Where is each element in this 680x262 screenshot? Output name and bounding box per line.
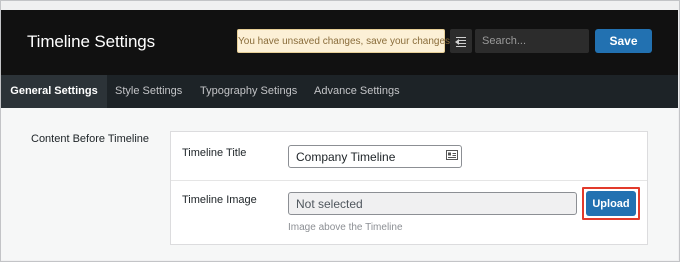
settings-tabs: General Settings Style Settings Typograp… bbox=[1, 75, 678, 108]
section-label: Content Before Timeline bbox=[31, 133, 150, 145]
panel-divider bbox=[171, 180, 647, 181]
timeline-image-help: Image above the Timeline bbox=[288, 222, 403, 233]
unsaved-changes-notice: You have unsaved changes, save your chan… bbox=[237, 29, 453, 53]
timeline-image-input[interactable] bbox=[288, 192, 577, 215]
tab-advance-settings[interactable]: Advance Settings bbox=[314, 75, 400, 108]
id-card-icon bbox=[446, 150, 458, 160]
tab-general-settings[interactable]: General Settings bbox=[1, 75, 107, 108]
settings-header: Timeline Settings You have unsaved chang… bbox=[1, 10, 678, 75]
timeline-title-label: Timeline Title bbox=[182, 147, 247, 159]
upload-button[interactable]: Upload bbox=[586, 191, 636, 216]
timeline-title-field[interactable] bbox=[288, 145, 462, 168]
save-button[interactable]: Save bbox=[595, 29, 652, 53]
search-input[interactable] bbox=[475, 29, 589, 53]
timeline-image-label: Timeline Image bbox=[182, 194, 257, 206]
page-title: Timeline Settings bbox=[27, 32, 156, 51]
list-collapse-icon[interactable] bbox=[450, 29, 472, 53]
tab-style-settings[interactable]: Style Settings bbox=[115, 75, 182, 108]
tab-typography-settings[interactable]: Typography Setings bbox=[200, 75, 297, 108]
timeline-title-input[interactable] bbox=[289, 146, 453, 167]
